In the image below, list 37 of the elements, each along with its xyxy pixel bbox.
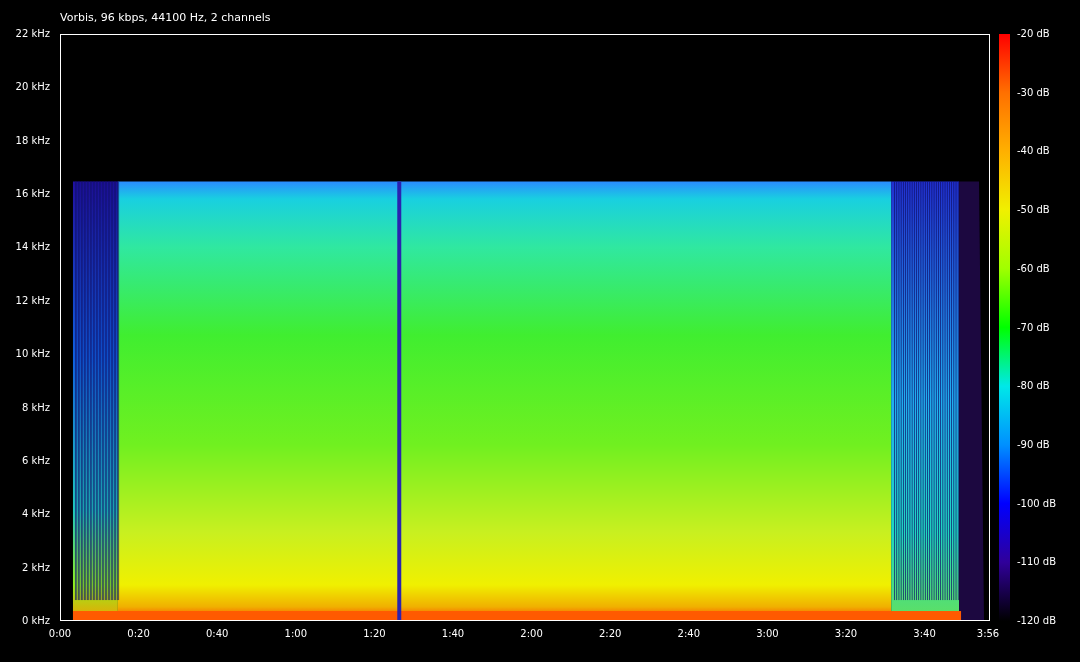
decibel-tick-label: -120 dB: [1017, 616, 1057, 626]
decibel-tick-label: -30 dB: [1017, 87, 1050, 98]
frequency-tick-label: 18 kHz: [15, 135, 50, 146]
time-tick-label: 1:20: [363, 629, 386, 639]
frequency-tick-label: 22 kHz: [15, 29, 50, 39]
time-tick-label: 0:20: [127, 629, 150, 639]
time-tick-label: 3:00: [756, 629, 779, 639]
decibel-tick-label: -40 dB: [1017, 146, 1050, 157]
frequency-tick-label: 14 kHz: [15, 242, 50, 253]
decibel-tick-label: -50 dB: [1017, 205, 1050, 216]
decibel-tick-label: -60 dB: [1017, 263, 1050, 274]
time-tick-label: 1:40: [441, 629, 465, 639]
frequency-tick-label: 8 kHz: [21, 402, 50, 413]
frequency-tick-label: 20 kHz: [15, 82, 50, 93]
time-tick-label: 3:20: [834, 629, 858, 639]
frequency-tick-label: 16 kHz: [15, 189, 50, 200]
time-tick-label: 3:56: [976, 629, 1000, 639]
time-tick-label: 2:20: [598, 629, 622, 639]
frequency-tick-label: 2 kHz: [21, 562, 50, 573]
time-tick-label: 0:40: [205, 629, 229, 639]
decibel-tick-label: -100 dB: [1017, 498, 1057, 509]
frequency-tick-label: 6 kHz: [21, 455, 50, 466]
time-tick-label: 1:00: [284, 629, 308, 639]
spectrogram-title: Vorbis, 96 kbps, 44100 Hz, 2 channels: [60, 11, 271, 23]
decibel-tick-label: -70 dB: [1017, 322, 1050, 333]
decibel-tick-label: -110 dB: [1017, 557, 1057, 568]
frequency-tick-label: 0 kHz: [21, 616, 50, 626]
frequency-tick-label: 4 kHz: [21, 509, 50, 520]
time-tick-label: 2:00: [520, 629, 543, 639]
decibel-tick-label: -90 dB: [1017, 439, 1050, 450]
frequency-tick-label: 10 kHz: [15, 349, 50, 360]
decibel-tick-label: -80 dB: [1017, 381, 1050, 392]
time-tick-label: 3:40: [913, 629, 936, 639]
time-tick-label: 2:40: [677, 629, 701, 639]
frequency-tick-label: 12 kHz: [15, 295, 50, 306]
decibel-tick-label: -20 dB: [1017, 29, 1050, 39]
time-tick-label: 0:00: [48, 629, 72, 639]
